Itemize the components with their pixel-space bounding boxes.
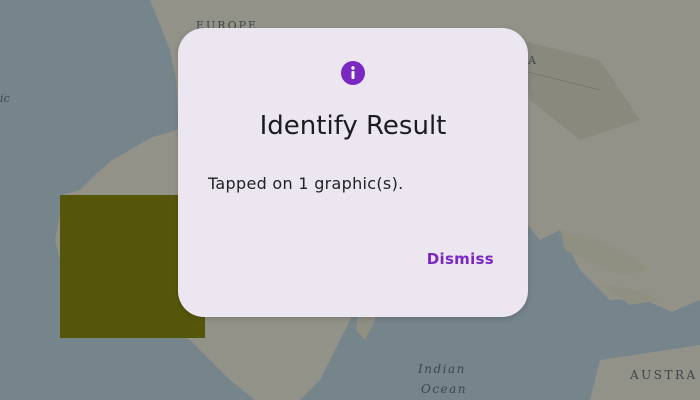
dialog-title: Identify Result bbox=[259, 111, 447, 141]
dialog-message: Tapped on 1 graphic(s). bbox=[208, 174, 404, 193]
info-icon bbox=[341, 61, 365, 85]
identify-result-dialog: Identify Result Tapped on 1 graphic(s). … bbox=[178, 28, 528, 317]
dismiss-button[interactable]: Dismiss bbox=[423, 246, 498, 272]
